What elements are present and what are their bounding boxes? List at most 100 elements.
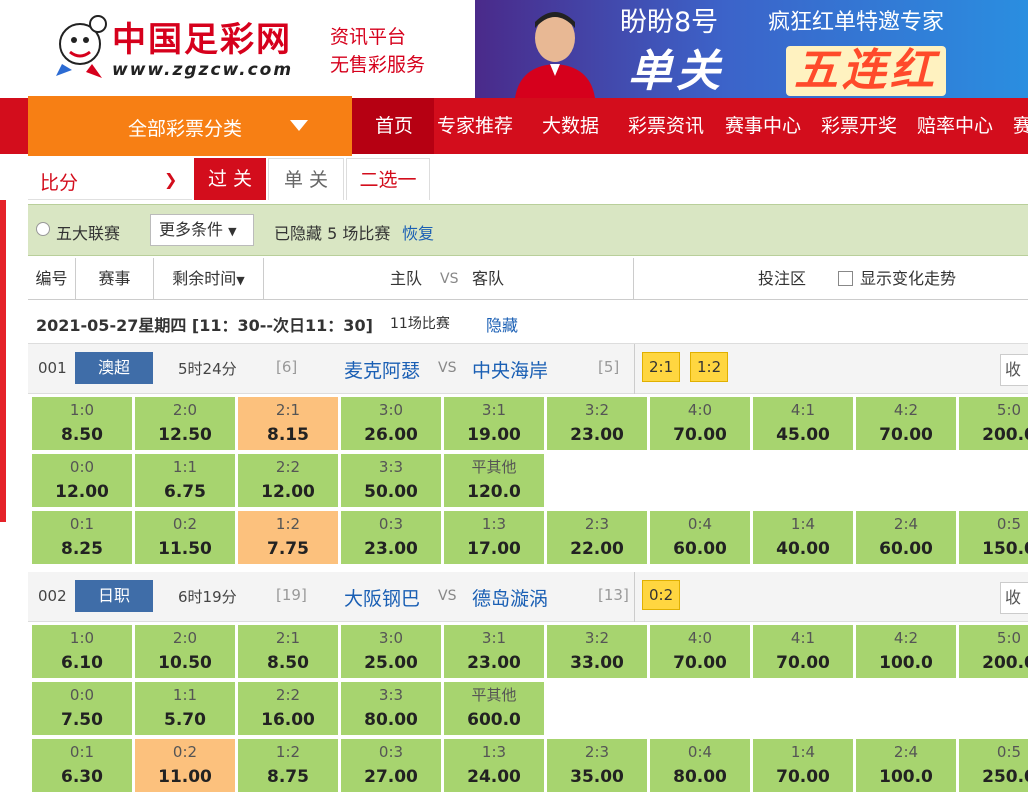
odds-cell[interactable]: 3:2 33.00: [546, 624, 648, 679]
odds-cell[interactable]: 4:0 70.00: [649, 396, 751, 451]
collapse-button[interactable]: 收: [1000, 582, 1028, 614]
score-label: 0:4: [687, 743, 713, 761]
odds-cell[interactable]: 4:2 100.0: [855, 624, 957, 679]
odds-cell[interactable]: 5:0 200.0: [958, 624, 1028, 679]
odds-cell[interactable]: 0:2 11.50: [134, 510, 236, 565]
home-team[interactable]: 大阪钢巴: [344, 584, 420, 611]
away-team[interactable]: 德岛漩涡: [472, 584, 548, 611]
odds-cell[interactable]: 4:1 45.00: [752, 396, 854, 451]
category-dropdown[interactable]: 全部彩票分类: [28, 96, 352, 156]
odds-cell[interactable]: 1:2 8.75: [237, 738, 339, 793]
odds-cell[interactable]: 1:1 5.70: [134, 681, 236, 736]
hide-group-link[interactable]: 隐藏: [486, 312, 518, 336]
odds-cell[interactable]: 0:3 23.00: [340, 510, 442, 565]
selected-score-tag[interactable]: 2:1: [642, 352, 681, 382]
away-team[interactable]: 中央海岸: [472, 356, 548, 383]
nav-item-events[interactable]: 赛事中心: [725, 114, 801, 138]
logo-tagline-2: 无售彩服务: [330, 54, 426, 76]
col-time-label: 剩余时间: [172, 269, 237, 288]
odds-cell[interactable]: 1:0 8.50: [31, 396, 133, 451]
odds-cell[interactable]: 0:4 80.00: [649, 738, 751, 793]
odds-cell[interactable]: 1:4 40.00: [752, 510, 854, 565]
nav-item-expert[interactable]: 专家推荐: [437, 114, 513, 138]
league-badge[interactable]: 澳超: [75, 352, 153, 384]
odds-cell[interactable]: 1:4 70.00: [752, 738, 854, 793]
odds-value: 19.00: [467, 425, 521, 445]
odds-cell[interactable]: 5:0 200.0: [958, 396, 1028, 451]
odds-cell[interactable]: 0:1 6.30: [31, 738, 133, 793]
selected-score-tag[interactable]: 0:2: [642, 580, 681, 610]
odds-cell[interactable]: 2:0 10.50: [134, 624, 236, 679]
nav-item-home[interactable]: 首页: [375, 114, 413, 138]
odds-cell[interactable]: 0:5 250.0: [958, 738, 1028, 793]
odds-cell[interactable]: 4:0 70.00: [649, 624, 751, 679]
top5-leagues-label[interactable]: 五大联赛: [56, 220, 120, 244]
odds-cell[interactable]: 1:0 6.10: [31, 624, 133, 679]
odds-cell[interactable]: 2:0 12.50: [134, 396, 236, 451]
odds-cell[interactable]: 0:0 7.50: [31, 681, 133, 736]
odds-cell[interactable]: 平其他 120.0: [443, 453, 545, 508]
score-label: 3:1: [481, 401, 507, 419]
tab-pick-one-of-two[interactable]: 二选一: [346, 158, 430, 200]
top5-leagues-radio[interactable]: [36, 222, 50, 236]
nav-item-news[interactable]: 彩票资讯: [628, 114, 704, 138]
tab-single[interactable]: 单 关: [268, 158, 344, 200]
odds-cell[interactable]: 3:3 50.00: [340, 453, 442, 508]
league-badge[interactable]: 日职: [75, 580, 153, 612]
play-type-select[interactable]: 比分 ❯: [28, 158, 192, 200]
odds-cell[interactable]: 3:1 23.00: [443, 624, 545, 679]
odds-cell[interactable]: 2:4 60.00: [855, 510, 957, 565]
odds-cell[interactable]: 平其他 600.0: [443, 681, 545, 736]
logo-mascot-icon[interactable]: [52, 14, 110, 80]
nav-item-odds[interactable]: 赔率中心: [917, 114, 993, 138]
odds-cell[interactable]: 2:1 8.50: [237, 624, 339, 679]
odds-value: 17.00: [467, 539, 521, 559]
nav-item-bigdata[interactable]: 大数据: [542, 114, 599, 138]
show-trend-checkbox[interactable]: [838, 271, 853, 286]
odds-cell[interactable]: 0:2 11.00: [134, 738, 236, 793]
show-trend-label[interactable]: 显示变化走势: [860, 258, 956, 300]
odds-value: 16.00: [261, 710, 315, 730]
odds-cell[interactable]: 2:3 22.00: [546, 510, 648, 565]
nav-item-more[interactable]: 赛: [1013, 114, 1028, 138]
odds-cell[interactable]: 0:5 150.0: [958, 510, 1028, 565]
odds-cell[interactable]: 2:2 16.00: [237, 681, 339, 736]
selected-score-tag[interactable]: 1:2: [690, 352, 729, 382]
odds-cell[interactable]: 2:1 8.15: [237, 396, 339, 451]
odds-cell[interactable]: 3:3 80.00: [340, 681, 442, 736]
odds-cell[interactable]: 1:2 7.75: [237, 510, 339, 565]
caret-down-icon: ▼: [236, 274, 245, 287]
odds-cell[interactable]: 2:3 35.00: [546, 738, 648, 793]
odds-cell[interactable]: 1:1 6.75: [134, 453, 236, 508]
odds-cell[interactable]: 2:4 100.0: [855, 738, 957, 793]
banner-headline-1: 单关: [628, 46, 724, 97]
odds-cell[interactable]: 3:0 26.00: [340, 396, 442, 451]
logo-title[interactable]: 中国足彩网: [112, 20, 292, 60]
home-team[interactable]: 麦克阿瑟: [344, 356, 420, 383]
expert-portrait-icon: [515, 12, 595, 98]
restore-link[interactable]: 恢复: [402, 220, 434, 244]
odds-cell[interactable]: 4:2 70.00: [855, 396, 957, 451]
odds-cell[interactable]: 0:3 27.00: [340, 738, 442, 793]
collapse-button[interactable]: 收: [1000, 354, 1028, 386]
odds-cell[interactable]: 0:0 12.00: [31, 453, 133, 508]
odds-value: 60.00: [879, 539, 933, 559]
odds-cell[interactable]: 1:3 24.00: [443, 738, 545, 793]
odds-value: 22.00: [570, 539, 624, 559]
score-label: 3:0: [378, 629, 404, 647]
odds-cell[interactable]: 3:1 19.00: [443, 396, 545, 451]
vs-label: VS: [438, 588, 457, 604]
odds-cell[interactable]: 0:1 8.25: [31, 510, 133, 565]
odds-cell[interactable]: 2:2 12.00: [237, 453, 339, 508]
more-conditions-dropdown[interactable]: 更多条件 ▼: [150, 214, 254, 246]
odds-value: 23.00: [570, 425, 624, 445]
odds-cell[interactable]: 3:2 23.00: [546, 396, 648, 451]
tab-parlay[interactable]: 过 关: [194, 158, 266, 200]
nav-item-draws[interactable]: 彩票开奖: [821, 114, 897, 138]
odds-cell[interactable]: 3:0 25.00: [340, 624, 442, 679]
odds-cell[interactable]: 4:1 70.00: [752, 624, 854, 679]
odds-cell[interactable]: 0:4 60.00: [649, 510, 751, 565]
odds-cell[interactable]: 1:3 17.00: [443, 510, 545, 565]
odds-value: 200.0: [982, 653, 1028, 673]
col-time[interactable]: 剩余时间▼: [154, 258, 264, 300]
